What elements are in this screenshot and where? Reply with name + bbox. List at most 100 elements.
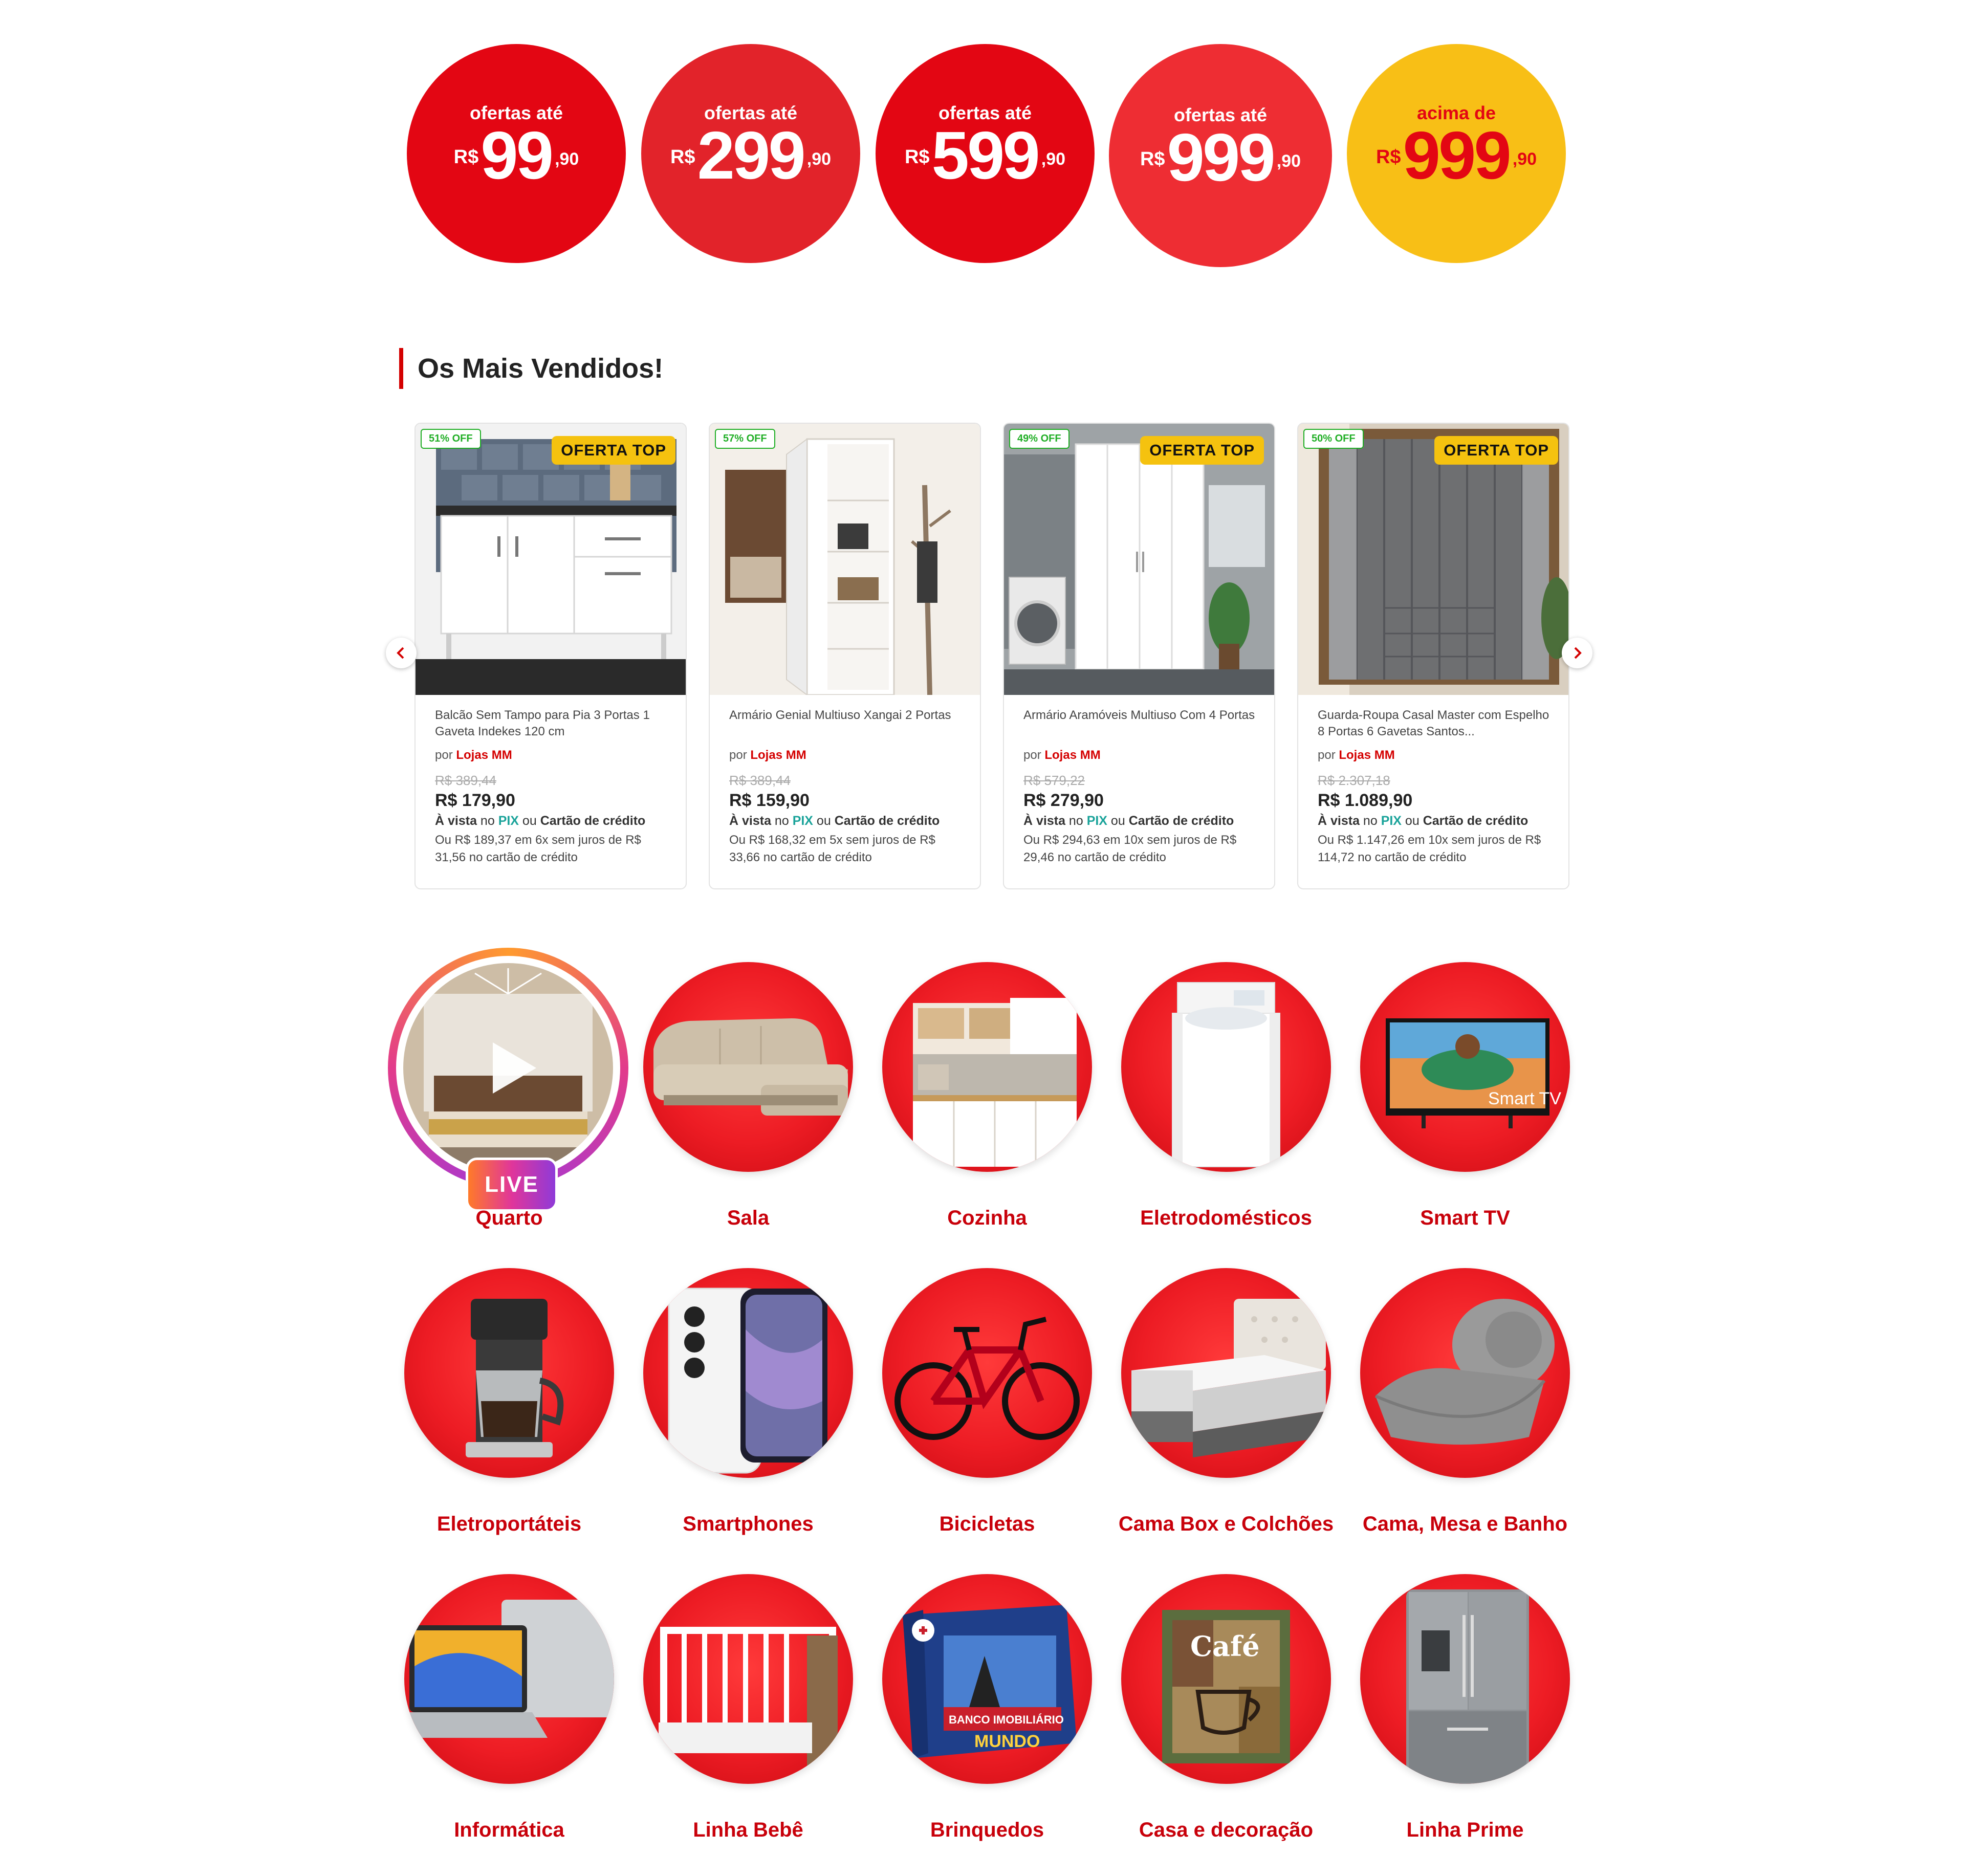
product-card[interactable]: 57% OFF Armário Genial Multiuso Xangai 2… <box>709 423 981 889</box>
price-bubble-above-999[interactable]: acima de R$ 999,90 <box>1347 44 1566 263</box>
current-price: R$ 279,90 <box>1023 791 1104 810</box>
pay-cash: À vista <box>1023 814 1065 828</box>
pay-pix: PIX <box>1086 814 1107 828</box>
bubble-currency: R$ <box>904 146 930 168</box>
sofa-icon <box>643 962 853 1172</box>
product-seller: por Lojas MM <box>435 748 670 762</box>
current-price: R$ 179,90 <box>435 791 515 810</box>
category-smartphones[interactable]: Smartphones <box>630 1268 856 1555</box>
payment-info: À vista no PIX ou Cartão de crédito <box>435 814 670 828</box>
product-image <box>710 424 980 695</box>
product-card[interactable]: 50% OFF OFERTA TOP Guarda-Roupa Casal Ma… <box>1297 423 1569 889</box>
installments: Ou R$ 294,63 em 10x sem juros de R$ 29,4… <box>1023 833 1237 864</box>
oferta-top-badge: OFERTA TOP <box>1140 436 1264 465</box>
pay-or: ou <box>1107 814 1129 828</box>
payment-info: À vista no PIX ou Cartão de crédito <box>729 814 965 828</box>
pay-card: Cartão de crédito <box>1128 814 1234 828</box>
category-eletrodomesticos[interactable]: Eletrodomésticos <box>1108 962 1334 1249</box>
pay-connector: no <box>1065 814 1087 828</box>
pay-or: ou <box>1401 814 1423 828</box>
category-label: Cama Box e Colchões <box>1118 1513 1334 1535</box>
crib-icon <box>643 1574 853 1784</box>
chevron-left-icon <box>397 647 404 659</box>
category-linha-prime[interactable]: Linha Prime <box>1347 1574 1573 1861</box>
current-price: R$ 159,90 <box>729 791 810 810</box>
category-label: Quarto <box>475 1207 543 1229</box>
category-cama-mesa-banho[interactable]: Cama, Mesa e Banho <box>1347 1268 1573 1555</box>
category-casa-decoracao[interactable]: Café Casa e decoração <box>1108 1574 1334 1861</box>
category-label: Smartphones <box>683 1513 814 1535</box>
discount-badge: 49% OFF <box>1009 429 1069 449</box>
category-label: Linha Bebê <box>693 1819 803 1841</box>
board-game-icon: BANCO IMOBILIÁRIO MUNDO <box>882 1574 1092 1784</box>
old-price: R$ 2.307,18 <box>1318 773 1390 788</box>
cafe-sign-text: Café <box>1190 1630 1260 1663</box>
old-price: R$ 389,44 <box>729 773 791 788</box>
seller-name[interactable]: Lojas MM <box>1339 748 1394 762</box>
category-informatica[interactable]: Informática <box>391 1574 617 1861</box>
coffee-maker-icon <box>404 1268 614 1478</box>
seller-name[interactable]: Lojas MM <box>1044 748 1100 762</box>
product-name[interactable]: Balcão Sem Tampo para Pia 3 Portas 1 Gav… <box>435 707 670 740</box>
category-label: Eletroportáteis <box>436 1513 582 1535</box>
price-bubble-999[interactable]: ofertas até R$ 999,90 <box>1109 44 1332 267</box>
category-label: Smart TV <box>1420 1207 1510 1229</box>
product-name[interactable]: Armário Aramóveis Multiuso Com 4 Portas <box>1023 707 1259 740</box>
price-bubble-299[interactable]: ofertas até R$ 299,90 <box>641 44 860 263</box>
seller-name[interactable]: Lojas MM <box>750 748 806 762</box>
category-cozinha[interactable]: Cozinha <box>869 962 1095 1249</box>
category-linha-bebe[interactable]: Linha Bebê <box>630 1574 856 1861</box>
category-label: Casa e decoração <box>1139 1819 1314 1841</box>
bubble-amount: 299 <box>697 118 806 193</box>
bubble-currency: R$ <box>1376 146 1401 168</box>
coffee-sign-icon: Café <box>1121 1574 1331 1784</box>
carousel-prev-button[interactable] <box>386 638 417 668</box>
discount-badge: 51% OFF <box>421 429 481 449</box>
category-cama-box[interactable]: Cama Box e Colchões <box>1108 1268 1334 1555</box>
category-brinquedos[interactable]: BANCO IMOBILIÁRIO MUNDO Brinquedos <box>869 1574 1095 1861</box>
bicycle-icon <box>882 1268 1092 1478</box>
smart-tv-icon: Smart TV <box>1360 962 1570 1172</box>
game-title: BANCO IMOBILIÁRIO <box>949 1713 1064 1726</box>
washing-machine-icon <box>1121 962 1331 1172</box>
category-quarto[interactable]: Quarto <box>391 962 617 1249</box>
carousel-next-button[interactable] <box>1562 638 1592 668</box>
price-bubble-99[interactable]: ofertas até R$ 99,90 <box>407 44 626 263</box>
category-smart-tv[interactable]: Smart TV Smart TV <box>1347 962 1573 1249</box>
mattress-icon <box>1121 1268 1331 1478</box>
category-label: Bicicletas <box>939 1513 1035 1535</box>
oferta-top-badge: OFERTA TOP <box>552 436 675 465</box>
pay-or: ou <box>813 814 835 828</box>
bubble-currency: R$ <box>1140 148 1165 170</box>
price-bubble-599[interactable]: ofertas até R$ 599,90 <box>876 44 1095 263</box>
category-label: Eletrodomésticos <box>1140 1207 1312 1229</box>
seller-prefix: por <box>435 748 453 762</box>
product-card[interactable]: 49% OFF OFERTA TOP Armário Aramóveis Mul… <box>1003 423 1275 889</box>
bubble-amount: 99 <box>481 118 554 193</box>
pay-cash: À vista <box>729 814 771 828</box>
category-label: Linha Prime <box>1406 1819 1524 1841</box>
category-label: Informática <box>454 1819 564 1841</box>
product-name[interactable]: Guarda-Roupa Casal Master com Espelho 8 … <box>1318 707 1553 740</box>
pay-cash: À vista <box>435 814 477 828</box>
payment-info: À vista no PIX ou Cartão de crédito <box>1023 814 1259 828</box>
discount-badge: 50% OFF <box>1303 429 1364 449</box>
tv-screen-text: Smart TV <box>1488 1089 1561 1108</box>
seller-prefix: por <box>729 748 747 762</box>
current-price: R$ 1.089,90 <box>1318 791 1413 810</box>
product-card[interactable]: 51% OFF OFERTA TOP Balcão Sem Tampo para… <box>414 423 687 889</box>
category-eletroportateis[interactable]: Eletroportáteis <box>391 1268 617 1555</box>
category-sala[interactable]: Sala <box>630 962 856 1249</box>
category-bicicletas[interactable]: Bicicletas <box>869 1268 1095 1555</box>
bubble-cents: ,90 <box>1512 149 1537 169</box>
page: ofertas até R$ 99,90 ofertas até R$ 299,90… <box>0 0 1965 1876</box>
product-name[interactable]: Armário Genial Multiuso Xangai 2 Portas <box>729 707 965 740</box>
bubble-amount: 999 <box>1167 120 1276 195</box>
pay-connector: no <box>476 814 498 828</box>
pay-card: Cartão de crédito <box>540 814 646 828</box>
chevron-right-icon <box>1574 647 1582 659</box>
category-label: Brinquedos <box>930 1819 1044 1841</box>
blanket-icon <box>1360 1268 1570 1478</box>
seller-name[interactable]: Lojas MM <box>456 748 512 762</box>
title-accent-bar <box>399 348 403 389</box>
